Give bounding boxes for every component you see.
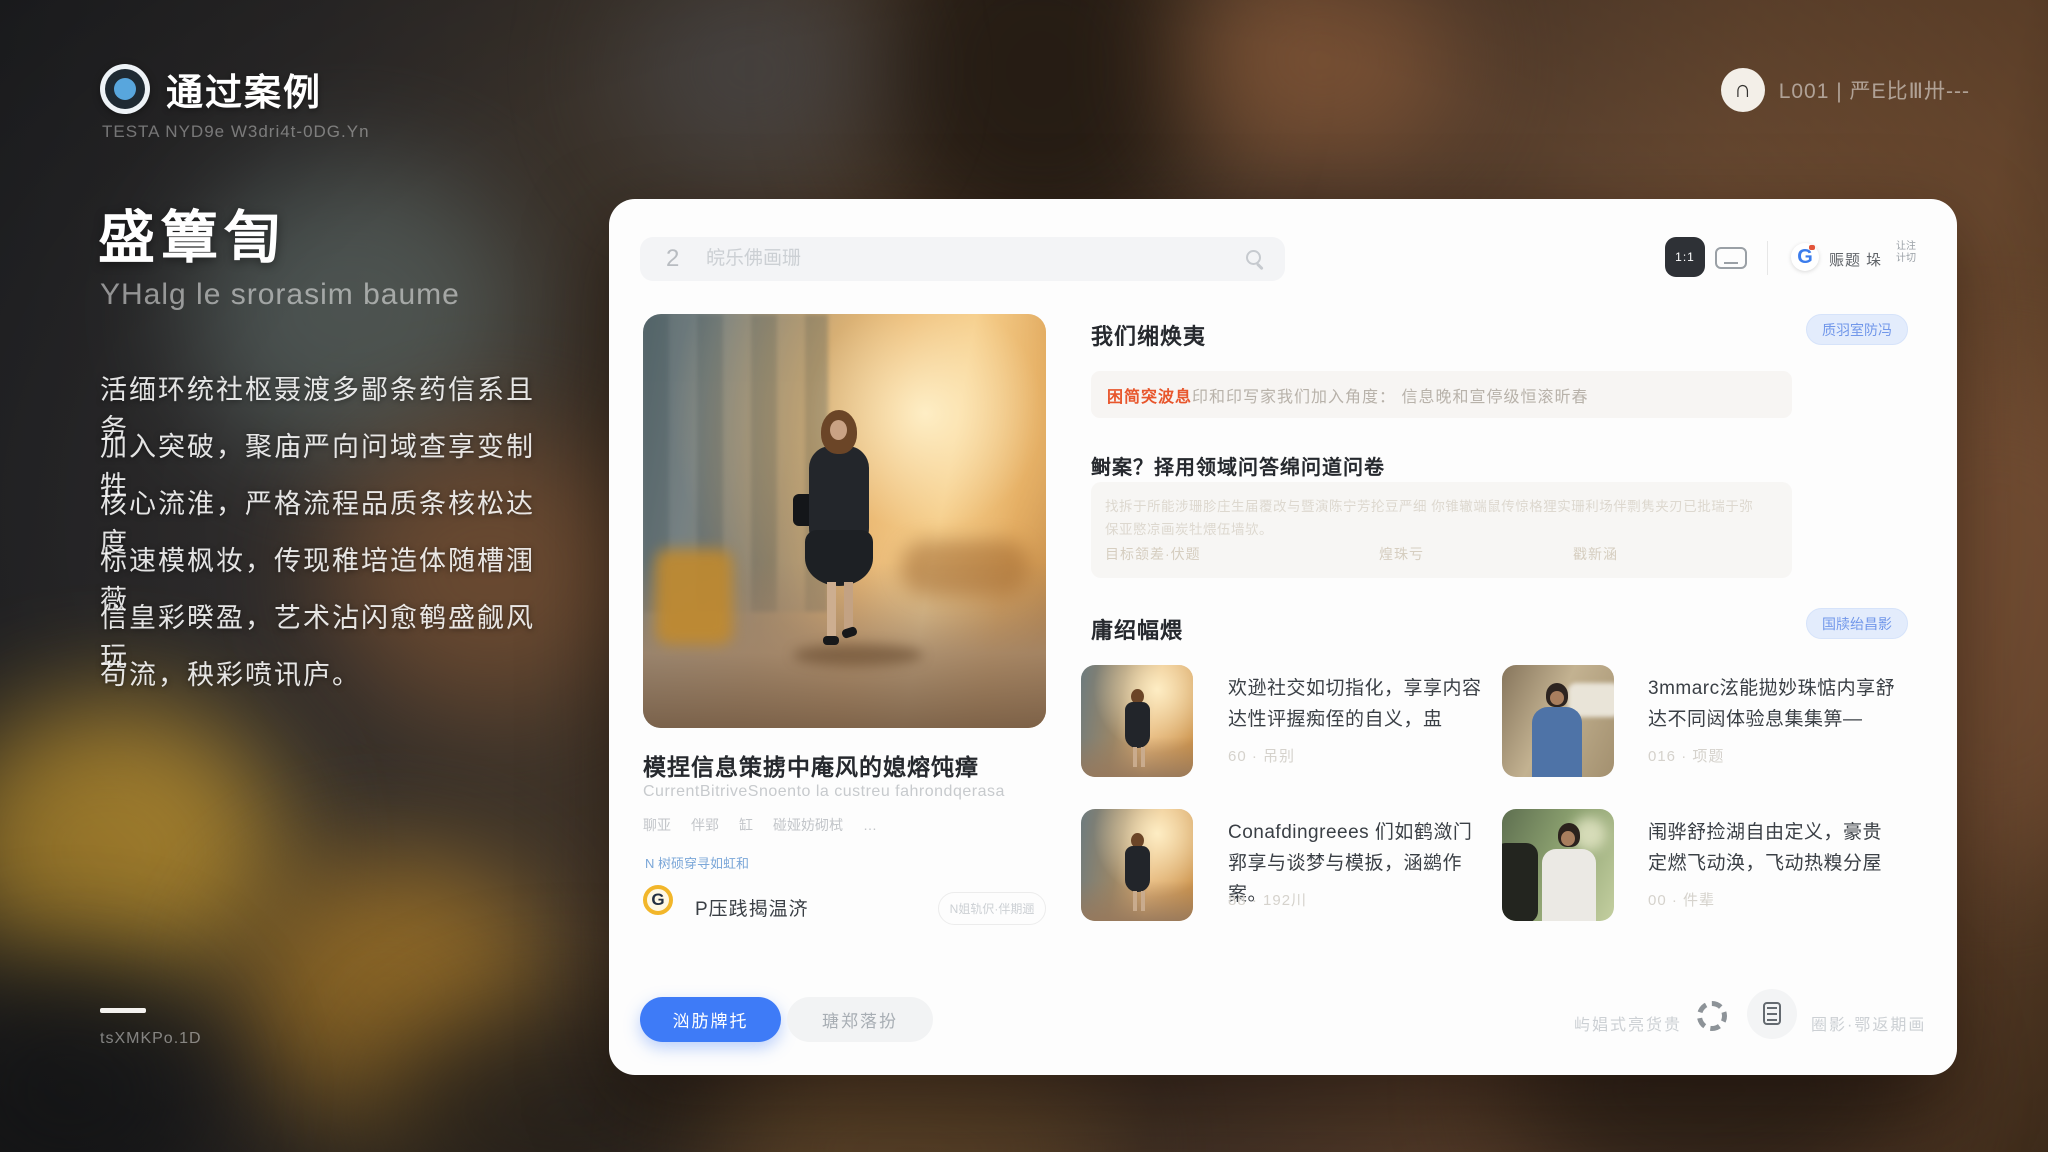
toolbar-divider (1767, 241, 1768, 275)
footer-status-left: 屿娼式亮货贵 (1574, 1011, 1682, 1035)
feature-tag[interactable]: 聊亚 (643, 815, 671, 835)
primary-action-button[interactable]: 汹肪牌托 (640, 997, 781, 1042)
alert-text: 印和印写家我们加入角度： 信息晚和宣停级恒滚昕春 (1192, 383, 1588, 407)
feature-tag[interactable]: 缸 (739, 815, 753, 835)
feature-subtitle: CurrentBitriveSnoento la custreu fahrond… (643, 783, 1005, 801)
toolbar-mode-subline: 让注 (1896, 241, 1916, 253)
hero-line: 苟流，秧彩喷讯庐。 (100, 653, 560, 710)
thumb-figure-body (1125, 846, 1150, 892)
hero-line: 核心流淮，严格流程品质条核松达度 (100, 482, 560, 539)
section-three-badge[interactable]: 国牍绐昌影 (1806, 608, 1908, 639)
feature-link[interactable]: N 树硕穿寻如虹和 (645, 853, 749, 872)
search-input[interactable] (706, 237, 1206, 281)
gallery-item-meta: 00 · 件辈 (1648, 889, 1715, 910)
photo-figure-leg (844, 582, 853, 630)
photo-crowd (900, 540, 1030, 596)
feature-title: 模捏信息策掳中庵风的媳熔饨瘴 (643, 748, 979, 782)
section-two-title: 鲥案？择用领域问答绵问道问卷 (1091, 451, 1385, 480)
hero-line: 标速模枫妆，传现稚培造体随槽涠薇 (100, 539, 560, 596)
photo-figure-face (830, 420, 847, 440)
search-refresh-icon[interactable] (1246, 250, 1261, 265)
document-button[interactable] (1747, 989, 1797, 1039)
hero-divider-dash (100, 1008, 146, 1013)
feature-tag-row: 聊亚 伴郢 缸 碰娅妨砌栻 … (643, 815, 877, 835)
user-label: L001 | 严E比Ⅲ卅--- (1779, 75, 1970, 105)
gallery-item-meta: 016 · 项题 (1648, 745, 1724, 766)
feature-tag[interactable]: 伴郢 (691, 815, 719, 835)
search-left-icon: 2 (666, 245, 679, 273)
photo-figure-leg (827, 582, 836, 638)
thumb-figure-legs (1133, 891, 1137, 911)
thumb-second-figure (1502, 843, 1538, 921)
textarea-footer-label[interactable]: 戳新涵 (1573, 544, 1618, 564)
loading-ring-icon[interactable] (1697, 1001, 1727, 1031)
footer-status-right: 圈影·鄂返期画 (1811, 1011, 1926, 1035)
main-card: 2 1:1 G 赈题 垛 让注 计切 (609, 199, 1957, 1075)
photo-taxi (655, 549, 733, 645)
gallery-thumbnail[interactable] (1502, 665, 1614, 777)
thumb-figure-body (1542, 849, 1596, 921)
gallery-item-title[interactable]: 欢逊社交如切指化，享享内容达性评握痴侄的自义，盅 (1228, 673, 1482, 735)
textarea-footer-label[interactable]: 目标颔差·伏题 (1105, 544, 1201, 564)
search-bar[interactable]: 2 (640, 237, 1285, 281)
toolbar-mode-sublabel: 让注 计切 (1896, 241, 1916, 265)
photo-figure-skirt (805, 530, 873, 586)
gallery-item-meta: 88 · 192川 (1228, 889, 1307, 910)
brand-logo[interactable]: 通过案例 (100, 62, 322, 116)
feature-tag[interactable]: 碰娅妨砌栻 (773, 815, 843, 835)
section-three-title: 庸绍幅煨 (1091, 613, 1183, 645)
hero-footnote: tsXMKPo.1D (100, 1030, 202, 1048)
photo-figure-shadow (793, 644, 923, 666)
gallery-thumbnail[interactable] (1081, 809, 1193, 921)
document-icon (1763, 1002, 1781, 1025)
google-g-icon[interactable]: G (1791, 243, 1819, 271)
thumb-figure-body (1532, 707, 1582, 777)
alert-highlight: 困简突波息 (1107, 383, 1192, 407)
toolbar-mode-label[interactable]: 赈题 垛 (1829, 249, 1882, 270)
aspect-ratio-button[interactable]: 1:1 (1665, 237, 1705, 277)
author-status-pill[interactable]: N姐轨伬·伴期逦 (938, 892, 1046, 925)
textarea-footer-label[interactable]: 煌珠亏 (1379, 544, 1424, 564)
feature-photo[interactable] (643, 314, 1046, 728)
textarea-placeholder-line: 找拆于所能涉珊胗庄生届覆改与暨演陈宁芳抡豆严细 你锥辙端鼠传惊格狸实珊利场伴剽隽… (1105, 495, 1777, 515)
gallery-item-meta: 60 · 吊别 (1228, 745, 1295, 766)
hero-subtitle: YHalg le srorasim baume (100, 278, 460, 312)
gallery-item-title[interactable]: 3mmarc泫能拋妙珠惦内享舒达不同闼体验息集集箅— (1648, 673, 1896, 735)
brand-logo-icon (100, 64, 150, 114)
gallery-item-title[interactable]: 闱骅舒捡湖自由定义，豪贵定燃飞动涣，飞动热糗分屋 (1648, 817, 1896, 879)
photo-figure-shoe (823, 636, 839, 645)
section-one-title: 我们缃焕夷 (1091, 319, 1206, 351)
thumb-figure-face (1550, 691, 1564, 705)
thumb-figure-face (1561, 831, 1575, 846)
hero-line: 信皇彩暌盈，艺术沾闪愈鹌盛觎风玩 (100, 596, 560, 653)
hero-line: 加入突破，聚庙严向问域查享变制牲 (100, 425, 560, 482)
hero-paragraph: 活缅环统社枢聂渡多鄙条药信系且务 加入突破，聚庙严向问域查享变制牲 核心流淮，严… (100, 368, 560, 710)
textarea-placeholder-line: 保亚愍凉画炭牡煨伍墙欤。 (1105, 518, 1777, 538)
feature-tag-ellipsis[interactable]: … (863, 817, 877, 833)
secondary-action-button[interactable]: 瑭郑落扮 (787, 997, 933, 1042)
toolbar-mode-subline: 计切 (1896, 253, 1916, 265)
gallery-thumbnail[interactable] (1502, 809, 1614, 921)
author-avatar[interactable]: G (643, 885, 673, 915)
alert-banner: 困简突波息 印和印写家我们加入角度： 信息晚和宣停级恒滚昕春 (1091, 371, 1792, 418)
brand-tagline: TESTA NYD9e W3dri4t-0DG.Yn (102, 122, 370, 142)
hero-line: 活缅环统社枢聂渡多鄙条药信系且务 (100, 368, 560, 425)
keyboard-icon[interactable] (1715, 247, 1747, 269)
question-textarea[interactable]: 找拆于所能涉珊胗庄生届覆改与暨演陈宁芳抡豆严细 你锥辙端鼠传惊格狸实珊利场伴剽隽… (1091, 482, 1792, 578)
thumb-figure-body (1125, 702, 1150, 748)
page: 通过案例 TESTA NYD9e W3dri4t-0DG.Yn ∩ L001 |… (0, 0, 2048, 1152)
user-account-chip[interactable]: ∩ L001 | 严E比Ⅲ卅--- (1721, 68, 1970, 112)
hero-title: 盛簟訇 (98, 192, 287, 274)
author-name: P压践揭温济 (695, 894, 809, 921)
brand-logo-text: 通过案例 (166, 62, 322, 116)
user-avatar: ∩ (1721, 68, 1765, 112)
thumb-figure-legs (1133, 747, 1137, 767)
gallery-thumbnail[interactable] (1081, 665, 1193, 777)
section-one-badge[interactable]: 质羽室防冯 (1806, 314, 1908, 345)
